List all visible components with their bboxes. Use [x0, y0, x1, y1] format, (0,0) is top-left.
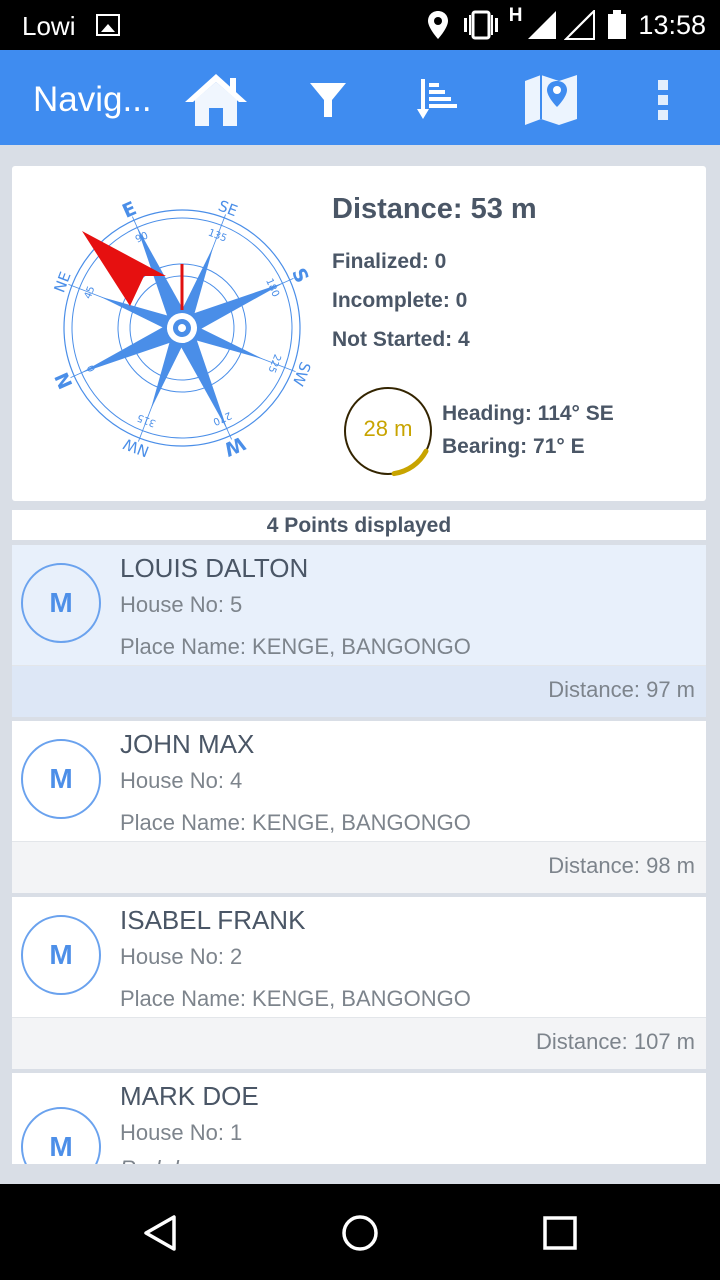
- compass-degree-90: 90: [134, 230, 150, 245]
- finalized-count: Finalized: 0: [332, 250, 447, 273]
- home-circle-icon: [342, 1215, 378, 1251]
- list-item-footer: Distance: 97 m: [12, 665, 706, 717]
- house-number: House No: 2: [120, 944, 243, 969]
- compass-degree-180: 180: [263, 277, 281, 299]
- filter-icon: [310, 83, 346, 117]
- place-name: Place Name: KENGE, BANGONGO: [120, 634, 471, 659]
- point-name: JOHN MAX: [120, 729, 255, 759]
- home-icon: [185, 74, 247, 126]
- battery-icon: [608, 10, 627, 39]
- list-item[interactable]: M LOUIS DALTON House No: 5 Place Name: K…: [12, 545, 706, 717]
- map-icon: [525, 75, 577, 125]
- compass-degree-315: 315: [136, 411, 158, 428]
- system-nav-bar: [0, 1184, 720, 1280]
- points-count-header: 4 Points displayed: [12, 510, 706, 540]
- point-distance: Distance: 98 m: [548, 853, 695, 878]
- status-bar: Lowi H 13:58: [0, 0, 720, 50]
- list-item-footer: Distance: 107 m: [12, 1017, 706, 1069]
- compass-degree-225: 225: [265, 352, 282, 374]
- compass-cardinal-w: W: [220, 432, 248, 461]
- target-distance: Distance: 53 m: [332, 193, 537, 225]
- clock: 13:58: [638, 9, 706, 40]
- point-description: Red door: [120, 1156, 211, 1164]
- list-item-body: M MARK DOE House No: 1 Red door: [12, 1073, 706, 1164]
- point-name: ISABEL FRANK: [120, 905, 306, 935]
- home-button[interactable]: [181, 70, 251, 130]
- accuracy-label: 28 m: [363, 416, 413, 441]
- list-item-body: M JOHN MAX House No: 4 Place Name: KENGE…: [12, 721, 706, 841]
- image-icon: [96, 14, 120, 36]
- avatar: M: [21, 563, 101, 643]
- compass-cardinal-n: N: [51, 369, 78, 392]
- compass-degree-135: 135: [206, 227, 228, 244]
- list-item[interactable]: M MARK DOE House No: 1 Red door: [12, 1073, 706, 1164]
- map-button[interactable]: [516, 70, 586, 130]
- place-name: Place Name: KENGE, BANGONGO: [120, 986, 471, 1011]
- bearing-label: Bearing: 71° E: [442, 435, 585, 458]
- home-nav-button[interactable]: [335, 1208, 385, 1258]
- point-distance: Distance: 107 m: [536, 1029, 695, 1054]
- compass-cardinal-ne: NE: [50, 269, 74, 295]
- house-number: House No: 4: [120, 768, 243, 793]
- avatar: M: [21, 1107, 101, 1164]
- avatar: M: [21, 915, 101, 995]
- heading-label: Heading: 114° SE: [442, 402, 614, 425]
- overflow-menu-icon: [658, 80, 668, 120]
- list-item-footer: Distance: 98 m: [12, 841, 706, 893]
- house-number: House No: 5: [120, 592, 243, 617]
- compass-cardinal-sw: SW: [289, 359, 315, 388]
- content-area: N NE E SE S SW W NW 0 45 90 135 180 225 …: [0, 145, 720, 1185]
- navigation-card: N NE E SE S SW W NW 0 45 90 135 180 225 …: [12, 166, 706, 501]
- list-item[interactable]: M JOHN MAX House No: 4 Place Name: KENGE…: [12, 721, 706, 893]
- back-icon: [144, 1215, 176, 1251]
- recents-icon: [543, 1216, 577, 1250]
- signal-icon: [528, 11, 557, 39]
- house-number: House No: 1: [120, 1120, 243, 1145]
- list-item-body: M ISABEL FRANK House No: 2 Place Name: K…: [12, 897, 706, 1017]
- point-distance: Distance: 97 m: [548, 677, 695, 702]
- place-name: Place Name: KENGE, BANGONGO: [120, 810, 471, 835]
- not-started-count: Not Started: 4: [332, 328, 470, 351]
- list-item[interactable]: M ISABEL FRANK House No: 2 Place Name: K…: [12, 897, 706, 1069]
- vibrate-icon: [463, 10, 498, 40]
- filter-button[interactable]: [293, 70, 363, 130]
- accuracy-indicator: 28 m: [342, 385, 434, 477]
- sort-icon: [417, 79, 457, 119]
- compass-cardinal-se: SE: [216, 197, 240, 221]
- compass-dial: N NE E SE S SW W NW 0 45 90 135 180 225 …: [50, 197, 315, 461]
- signal-empty-icon: [564, 10, 596, 40]
- back-button[interactable]: [135, 1208, 185, 1258]
- app-bar: Navig...: [0, 50, 720, 145]
- point-name: LOUIS DALTON: [120, 553, 309, 583]
- app-title: Navig...: [33, 80, 152, 119]
- network-type: H: [508, 5, 523, 26]
- avatar: M: [21, 739, 101, 819]
- compass-cardinal-nw: NW: [121, 434, 152, 460]
- points-list[interactable]: M LOUIS DALTON House No: 5 Place Name: K…: [12, 545, 706, 1164]
- overflow-menu-button[interactable]: [628, 70, 698, 130]
- compass-rose: N NE E SE S SW W NW 0 45 90 135 180 225 …: [50, 197, 315, 461]
- incomplete-count: Incomplete: 0: [332, 289, 468, 312]
- list-item-body: M LOUIS DALTON House No: 5 Place Name: K…: [12, 545, 706, 665]
- sort-button[interactable]: [404, 70, 474, 130]
- compass-degree-45: 45: [83, 285, 98, 301]
- carrier-name: Lowi: [22, 11, 76, 41]
- compass-degree-270: 270: [211, 409, 233, 427]
- point-name: MARK DOE: [120, 1081, 259, 1111]
- location-icon: [427, 11, 448, 39]
- recents-button[interactable]: [535, 1208, 585, 1258]
